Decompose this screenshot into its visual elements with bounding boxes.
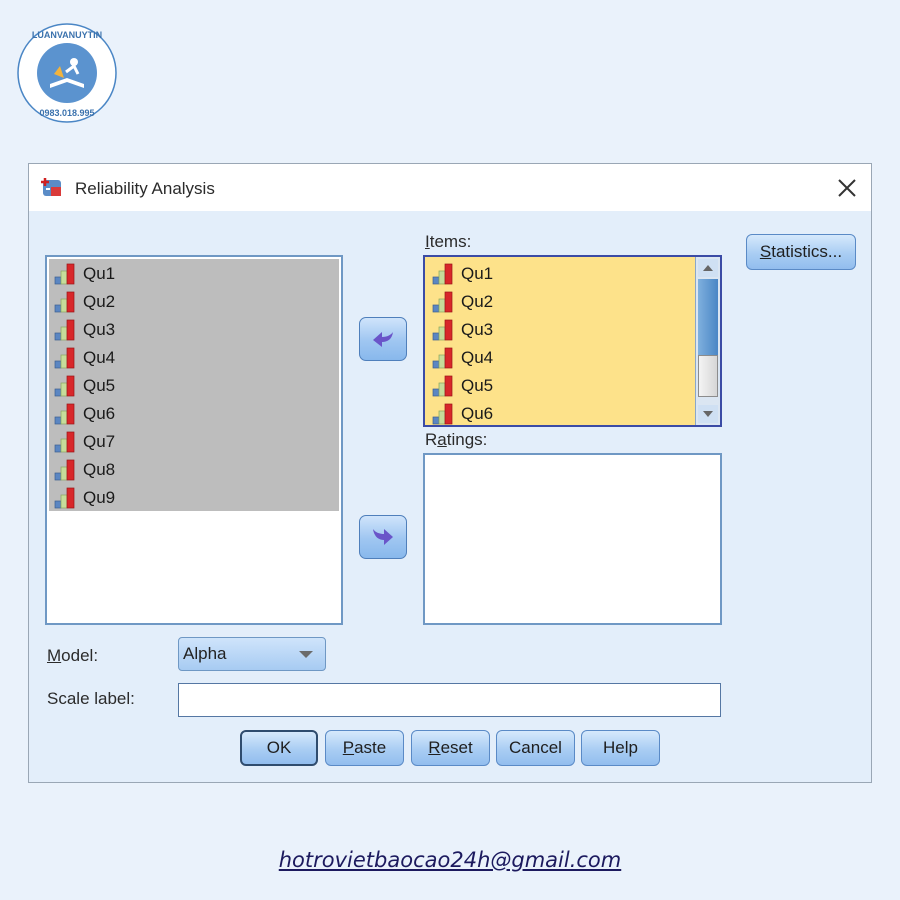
variable-name: Qu2 (461, 292, 494, 311)
close-icon[interactable] (835, 176, 859, 200)
scale-variable-icon (54, 375, 75, 397)
variable-list-item[interactable]: Qu4 (431, 344, 493, 372)
items-label-text: tems: (429, 232, 472, 251)
scale-variable-icon (432, 291, 453, 313)
variable-name: Qu2 (83, 292, 116, 311)
logo-text: LUANVANUYTIN (32, 30, 102, 40)
statistics-button[interactable]: Statistics... (746, 234, 856, 270)
spss-dialog-icon (41, 178, 61, 196)
ratings-list[interactable] (423, 453, 722, 625)
variable-name: Qu5 (83, 376, 116, 395)
help-button[interactable]: Help (581, 730, 660, 766)
ratings-label-pre: R (425, 430, 438, 449)
cancel-button[interactable]: Cancel (496, 730, 575, 766)
variable-name: Qu4 (83, 348, 116, 367)
paste-label: aste (354, 738, 387, 757)
scale-variable-icon (54, 291, 75, 313)
paste-mnemonic: P (342, 738, 355, 757)
contact-email-link[interactable]: hotrovietbaocao24h@gmail.com (0, 848, 900, 872)
reliability-analysis-dialog: Reliability Analysis Qu1 Qu2 Qu3 Qu4 Qu5 Qu6 Q… (28, 163, 872, 783)
variable-name: Qu9 (83, 488, 116, 507)
variable-list-item[interactable]: Qu1 (53, 260, 115, 288)
scale-variable-icon (54, 459, 75, 481)
model-label: Model: (47, 646, 98, 666)
variable-name: Qu3 (461, 320, 494, 339)
model-label-mnemonic: M (47, 646, 62, 665)
model-label-text: odel: (61, 646, 99, 665)
variable-name: Qu7 (83, 432, 116, 451)
variable-list-item[interactable]: Qu1 (431, 260, 493, 288)
arrow-left-icon (373, 332, 393, 347)
items-label: Items: (425, 232, 471, 252)
reset-mnemonic: R (428, 738, 441, 757)
scale-variable-icon (54, 263, 75, 285)
variable-list-item[interactable]: Qu7 (53, 428, 115, 456)
variable-list-item[interactable]: Qu5 (431, 372, 493, 400)
scroll-track[interactable] (698, 279, 718, 355)
items-scrollbar[interactable] (695, 257, 720, 425)
help-label: Help (603, 738, 638, 757)
scale-variable-icon (54, 347, 75, 369)
statistics-mnemonic: S (759, 242, 772, 261)
scroll-down-icon (703, 411, 713, 417)
variable-list-item[interactable]: Qu9 (53, 484, 115, 512)
source-variable-list[interactable]: Qu1 Qu2 Qu3 Qu4 Qu5 Qu6 Qu7 Qu8 Qu9 (45, 255, 343, 625)
scale-variable-icon (432, 403, 453, 425)
scale-variable-icon (432, 319, 453, 341)
dialog-title: Reliability Analysis (75, 179, 215, 198)
variable-name: Qu4 (461, 348, 494, 367)
variable-name: Qu5 (461, 376, 494, 395)
scale-variable-icon (54, 431, 75, 453)
variable-name: Qu8 (83, 460, 116, 479)
model-selected-value: Alpha (183, 644, 227, 663)
variable-list-item[interactable]: Qu3 (53, 316, 115, 344)
variable-name: Qu6 (461, 404, 494, 423)
scroll-up-button[interactable] (698, 259, 718, 277)
reset-label: eset (440, 738, 473, 757)
cancel-label: Cancel (509, 738, 562, 757)
variable-list-item[interactable]: Qu6 (53, 400, 115, 428)
ratings-label-mnemonic: a (437, 430, 447, 449)
move-to-source-button[interactable] (359, 317, 407, 361)
ok-button[interactable]: OK (240, 730, 318, 766)
ratings-label: Ratings: (425, 430, 487, 450)
ratings-label-text: tings: (446, 430, 488, 449)
variable-list-item[interactable]: Qu2 (53, 288, 115, 316)
variable-list-item[interactable]: Qu4 (53, 344, 115, 372)
title-bar: Reliability Analysis (29, 164, 871, 211)
logo-phone: 0983.018.995 (39, 108, 94, 118)
variable-list-item[interactable]: Qu8 (53, 456, 115, 484)
variable-list-item[interactable]: Qu2 (431, 288, 493, 316)
arrow-right-icon (373, 529, 393, 545)
scale-variable-icon (54, 319, 75, 341)
variable-list-item[interactable]: Qu3 (431, 316, 493, 344)
scale-variable-icon (432, 375, 453, 397)
variable-name: Qu6 (83, 404, 116, 423)
model-dropdown[interactable]: Alpha (178, 637, 326, 671)
luanvanuytin-logo: LUANVANUYTIN 0983.018.995 (17, 23, 117, 123)
reset-button[interactable]: Reset (411, 730, 490, 766)
variable-name: Qu1 (83, 264, 116, 283)
move-to-ratings-button[interactable] (359, 515, 407, 559)
scale-variable-icon (432, 347, 453, 369)
scale-variable-icon (432, 263, 453, 285)
chevron-down-icon (299, 651, 313, 658)
scale-label-caption: Scale label: (47, 689, 135, 708)
variable-name: Qu3 (83, 320, 116, 339)
variable-name: Qu1 (461, 264, 494, 283)
paste-button[interactable]: Paste (325, 730, 404, 766)
ok-label: OK (266, 738, 292, 757)
statistics-label: tatistics... (771, 242, 843, 261)
items-list[interactable]: Qu1 Qu2 Qu3 Qu4 Qu5 Qu6 (423, 255, 722, 427)
scale-variable-icon (54, 403, 75, 425)
scroll-thumb[interactable] (698, 355, 718, 397)
scroll-down-button[interactable] (698, 405, 718, 423)
variable-list-item[interactable]: Qu5 (53, 372, 115, 400)
scale-label-input[interactable] (178, 683, 721, 717)
variable-list-item[interactable]: Qu6 (431, 400, 494, 425)
scale-variable-icon (54, 487, 75, 509)
scroll-up-icon (703, 265, 713, 271)
